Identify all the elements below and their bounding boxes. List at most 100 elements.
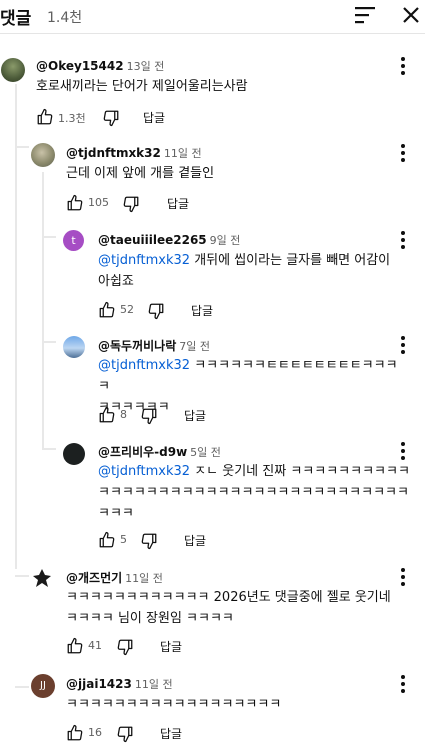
comment-author-line: @jjai1423 11일 전 xyxy=(66,676,173,692)
comment-author-line: @개즈먼기 11일 전 xyxy=(66,569,163,586)
more-options-button[interactable] xyxy=(397,144,409,164)
thumb-down-icon[interactable] xyxy=(140,407,158,425)
comment-author[interactable]: @프리비우-d9w xyxy=(98,445,187,459)
thumb-up-icon[interactable] xyxy=(98,301,116,319)
avatar[interactable]: JJ xyxy=(31,674,55,698)
mention-link[interactable]: @tjdnftmxk32 xyxy=(98,358,190,373)
comment-reply: t @taeuiiilee2265 9일 전 @tjdnftmxk32 개뒤에 씹… xyxy=(0,228,425,324)
comment-text-content: ㅋㅋㅋㅋㅋㅋㅋㅋㅋㅋㅋㅋ 2026년도 댓글중에 젤로 웃기네 xyxy=(66,590,391,605)
like-count: 16 xyxy=(88,726,102,739)
avatar-logo-icon xyxy=(33,569,51,587)
comment-actions: 52 답글 xyxy=(98,301,298,321)
mention-link[interactable]: @tjdnftmxk32 xyxy=(98,253,190,268)
comment-author-line: @tjdnftmxk32 11일 전 xyxy=(66,145,202,161)
thumb-down-icon[interactable] xyxy=(140,532,158,550)
like-count: 1.3천 xyxy=(58,112,86,125)
more-vert-icon xyxy=(401,57,405,61)
avatar[interactable] xyxy=(1,58,25,82)
comment-time[interactable]: 5일 전 xyxy=(190,446,221,459)
thumb-up-icon[interactable] xyxy=(66,194,84,212)
reply-button[interactable]: 답글 xyxy=(160,725,182,742)
comment-time[interactable]: 11일 전 xyxy=(135,678,173,691)
mention-link[interactable]: @tjdnftmxk32 xyxy=(98,464,190,479)
comment-text-content: ㅈㄴ 웃기네 진짜 ㅋㅋㅋㅋㅋㅋㅋㅋㅋㅋ xyxy=(190,464,410,479)
comment-text-content: ㅋㅋㅋ xyxy=(98,506,134,521)
like-count: 105 xyxy=(88,196,109,209)
comment-time[interactable]: 13일 전 xyxy=(127,60,165,73)
close-icon xyxy=(403,7,419,23)
reply-button[interactable]: 답글 xyxy=(184,532,206,549)
like-count: 41 xyxy=(88,639,102,652)
more-vert-icon xyxy=(401,568,405,572)
comment-actions: 16 답글 xyxy=(66,724,266,744)
comment-author[interactable]: @Okey15442 xyxy=(36,59,124,73)
more-options-button[interactable] xyxy=(397,442,409,462)
thumb-down-icon[interactable] xyxy=(116,638,134,656)
reply-button[interactable]: 답글 xyxy=(184,407,206,424)
thumb-up-icon[interactable] xyxy=(98,406,116,424)
comment-author[interactable]: @tjdnftmxk32 xyxy=(66,146,161,160)
thumb-down-icon[interactable] xyxy=(122,195,140,213)
reply-button[interactable]: 답글 xyxy=(191,302,213,319)
comment-reply: @프리비우-d9w 5일 전 @tjdnftmxk32 ㅈㄴ 웃기네 진짜 ㅋㅋㅋ… xyxy=(0,440,425,552)
avatar-letter: JJ xyxy=(40,680,46,691)
comment-actions: 8 답글 xyxy=(98,406,298,426)
avatar[interactable]: t xyxy=(63,230,84,251)
sort-button[interactable] xyxy=(352,4,378,26)
comment-text-content: ㅋㅋㅋㅋㅋㅋㅋㅋㅋㅋㅋㅋㅋㅋㅋㅋㅋㅋ xyxy=(66,697,282,712)
comments-count: 1.4천 xyxy=(47,10,83,26)
reply-button[interactable]: 답글 xyxy=(160,638,182,655)
more-options-button[interactable] xyxy=(397,336,409,356)
comment-time[interactable]: 7일 전 xyxy=(179,340,210,353)
comment-text: ㅋㅋㅋㅋㅋㅋㅋㅋㅋㅋㅋㅋㅋㅋㅋㅋㅋㅋ xyxy=(66,694,281,715)
comment-text: @tjdnftmxk32 개뒤에 씹이라는 글자를 빼면 어감이 아쉽죠 xyxy=(98,250,398,292)
comment-text-content: 근데 이제 앞에 개를 곁들인 xyxy=(66,166,215,181)
close-button[interactable] xyxy=(399,3,423,27)
thumb-down-icon[interactable] xyxy=(116,725,134,743)
thumb-down-icon[interactable] xyxy=(102,109,120,127)
comment-text-content: ㅋㅋㅋㅋㅋㅋㅋㅋㅋㅋㅋㅋㅋㅋㅋㅋㅋㅋㅋㅋㅋㅋㅋㅋㅋㅋ xyxy=(98,485,409,500)
avatar[interactable] xyxy=(63,443,85,465)
sort-icon xyxy=(355,7,375,24)
comment: @Okey15442 13일 전 호로새끼라는 단어가 제일어울리는사람 1.3천… xyxy=(0,54,425,128)
thumb-up-icon[interactable] xyxy=(66,724,84,742)
comment-text: @tjdnftmxk32 ㅈㄴ 웃기네 진짜 ㅋㅋㅋㅋㅋㅋㅋㅋㅋㅋ ㅋㅋㅋㅋㅋㅋ… xyxy=(98,461,413,524)
comment-text-content: ㅋㅋㅋㅋ 님이 장원임 ㅋㅋㅋㅋ xyxy=(66,611,234,626)
like-count: 52 xyxy=(120,303,134,316)
more-options-button[interactable] xyxy=(397,675,409,695)
comment-reply: @독두꺼비나락 7일 전 @tjdnftmxk32 ㅋㅋㅋㅋㅋㅋㅌㅌㅌㅌㅌㅌㅌㅌㅋ… xyxy=(0,333,425,429)
comment-reply: JJ @jjai1423 11일 전 ㅋㅋㅋㅋㅋㅋㅋㅋㅋㅋㅋㅋㅋㅋㅋㅋㅋㅋ 16 … xyxy=(0,674,425,748)
more-options-button[interactable] xyxy=(397,568,409,588)
comment-text-content: 개뒤에 씹이라는 글자를 빼면 어감이 xyxy=(190,253,391,268)
comment-actions: 41 답글 xyxy=(66,637,266,657)
comment-text: ㅋㅋㅋㅋㅋㅋㅋㅋㅋㅋㅋㅋ 2026년도 댓글중에 젤로 웃기네 ㅋㅋㅋㅋ 님이 … xyxy=(66,587,406,629)
reply-button[interactable]: 답글 xyxy=(143,109,165,126)
comment-author-line: @Okey15442 13일 전 xyxy=(36,58,164,74)
comment-time[interactable]: 11일 전 xyxy=(125,572,163,585)
comment-author-line: @독두꺼비나락 7일 전 xyxy=(98,337,210,354)
comment-text: 호로새끼라는 단어가 제일어울리는사람 xyxy=(36,76,248,97)
more-options-button[interactable] xyxy=(397,231,409,251)
thumb-down-icon[interactable] xyxy=(147,302,165,320)
avatar-letter: t xyxy=(71,234,76,247)
comment-author[interactable]: @독두꺼비나락 xyxy=(98,339,176,353)
more-vert-icon xyxy=(401,231,405,235)
comment-author[interactable]: @jjai1423 xyxy=(66,677,132,691)
comment-author[interactable]: @개즈먼기 xyxy=(66,571,122,585)
avatar[interactable] xyxy=(31,567,53,589)
comment-author[interactable]: @taeuiiilee2265 xyxy=(98,233,207,247)
like-count: 5 xyxy=(120,533,127,546)
more-options-button[interactable] xyxy=(397,57,409,77)
comment-time[interactable]: 9일 전 xyxy=(210,234,241,247)
comment-text-content: 아쉽죠 xyxy=(98,274,134,289)
comment-reply: @개즈먼기 11일 전 ㅋㅋㅋㅋㅋㅋㅋㅋㅋㅋㅋㅋ 2026년도 댓글중에 젤로 웃… xyxy=(0,566,425,656)
comment-time[interactable]: 11일 전 xyxy=(164,147,202,160)
thumb-up-icon[interactable] xyxy=(66,637,84,655)
avatar[interactable] xyxy=(31,143,55,167)
thumb-up-icon[interactable] xyxy=(98,531,116,549)
thumb-up-icon[interactable] xyxy=(36,108,54,126)
like-count: 8 xyxy=(120,408,127,421)
avatar[interactable] xyxy=(63,336,85,358)
comment-actions: 1.3천 답글 xyxy=(36,108,296,128)
reply-button[interactable]: 답글 xyxy=(167,195,189,212)
